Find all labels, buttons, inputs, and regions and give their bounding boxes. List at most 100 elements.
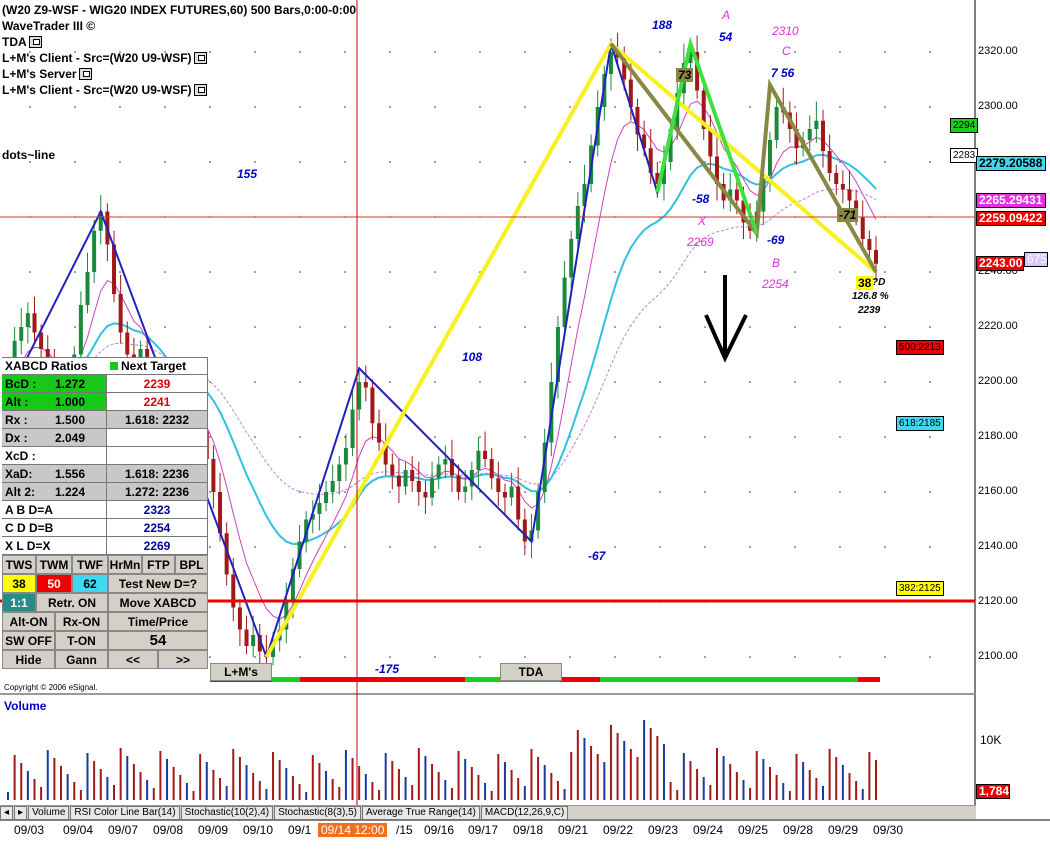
bpl-button[interactable]: BPL — [175, 555, 208, 574]
grid-dot — [389, 381, 391, 383]
xabcd-panel[interactable]: XABCD Ratios Next Target BcD :1.272 2239 … — [2, 357, 208, 669]
study-wavetrader[interactable]: WaveTrader III © — [2, 18, 95, 34]
d-eq-x-row[interactable]: X L D=X — [2, 537, 107, 554]
study-tab-bar[interactable]: ◂ ▸ Volume RSI Color Line Bar(14) Stocha… — [0, 805, 976, 820]
grid-dot — [479, 326, 481, 328]
study-tda[interactable]: TDA — [2, 34, 42, 50]
grid-dot — [299, 656, 301, 658]
grid-dot — [344, 381, 346, 383]
alt-on-button[interactable]: Alt-ON — [2, 612, 55, 631]
grid-dot — [614, 436, 616, 438]
grid-dot — [569, 326, 571, 328]
grid-dot — [704, 51, 706, 53]
price-tick-label: 2300.00 — [978, 100, 1018, 112]
grid-dot — [119, 106, 121, 108]
ftp-button[interactable]: FTP — [142, 555, 175, 574]
grid-dot — [164, 106, 166, 108]
grid-dot — [614, 326, 616, 328]
prev-button[interactable]: << — [108, 650, 158, 669]
grid-dot — [254, 51, 256, 53]
volume-bars — [7, 720, 877, 800]
retr-on-button[interactable]: Retr. ON — [36, 593, 108, 612]
point-d-value: 2239 — [858, 305, 881, 316]
candle-body — [324, 492, 329, 503]
grid-dot — [479, 51, 481, 53]
fib-38-button[interactable]: 38 — [2, 574, 36, 593]
grid-dot — [839, 326, 841, 328]
next-button[interactable]: >> — [158, 650, 208, 669]
hrmn-button[interactable]: HrMn — [108, 555, 142, 574]
grid-dot — [929, 436, 931, 438]
grid-dot — [524, 161, 526, 163]
xad-value: 1.556 — [55, 466, 86, 481]
study-lm-client-2[interactable]: L+M's Client - Src=(W20 U9-WSF) — [2, 82, 207, 98]
alt2-value: 1.224 — [55, 484, 86, 499]
grid-dot — [794, 436, 796, 438]
xabcd-yellow-leg — [264, 40, 878, 658]
tda-button[interactable]: TDA — [500, 663, 562, 681]
grid-dot — [479, 656, 481, 658]
tab-macd[interactable]: MACD(12,26,9,C) — [480, 805, 569, 820]
grid-dot — [254, 161, 256, 163]
d-eq-b-row[interactable]: C D D=B — [2, 519, 107, 536]
tab-stochastic-10[interactable]: Stochastic(10(2),4) — [180, 805, 274, 820]
tab-rsi[interactable]: RSI Color Line Bar(14) — [70, 805, 180, 820]
study-tda-label: TDA — [2, 35, 27, 49]
xcd-ratio[interactable]: XcD : — [2, 447, 107, 464]
wave-label-155: 155 — [237, 167, 258, 181]
rx-ratio[interactable]: Rx : 1.500 — [2, 411, 107, 428]
tab-stochastic-8[interactable]: Stochastic(8(3),5) — [274, 805, 361, 820]
grid-dot — [704, 326, 706, 328]
candle-body — [734, 189, 739, 201]
candle-body — [237, 607, 242, 630]
grid-dot — [209, 326, 211, 328]
tab-volume[interactable]: Volume — [28, 805, 70, 820]
rx-on-button[interactable]: Rx-ON — [55, 612, 108, 631]
sw-off-button[interactable]: SW OFF — [2, 631, 55, 650]
grid-dot — [434, 326, 436, 328]
xad-ratio[interactable]: XaD: 1.556 — [2, 465, 107, 482]
grid-dot — [749, 546, 751, 548]
tab-scroll-left-icon[interactable]: ◂ — [0, 805, 14, 820]
test-new-d-button[interactable]: Test New D=? — [108, 574, 208, 593]
bcd-value: 1.272 — [55, 376, 86, 391]
tag-purple: 675 — [1024, 252, 1048, 267]
grid-dot — [434, 271, 436, 273]
d-eq-b-value: 2254 — [107, 519, 208, 536]
candle-body — [874, 250, 878, 264]
gann-button[interactable]: Gann — [55, 650, 108, 669]
one-to-one-button[interactable]: 1:1 — [2, 593, 36, 612]
bcd-ratio[interactable]: BcD : 1.272 — [2, 375, 107, 392]
twm-button[interactable]: TWM — [36, 555, 72, 574]
grid-dot — [524, 436, 526, 438]
tab-atr[interactable]: Average True Range(14) — [361, 805, 480, 820]
t-on-button[interactable]: T-ON — [55, 631, 108, 650]
study-lm-server[interactable]: L+M's Server — [2, 66, 92, 82]
alt-ratio[interactable]: Alt : 1.000 — [2, 393, 107, 410]
alt2-ratio[interactable]: Alt 2: 1.224 — [2, 483, 107, 500]
grid-dot — [299, 271, 301, 273]
candle-body — [430, 478, 435, 498]
tws-button[interactable]: TWS — [2, 555, 36, 574]
fib-50-button[interactable]: 50 — [36, 574, 72, 593]
tag-fib-500: 500:2213 — [896, 340, 944, 355]
lm-button[interactable]: L+M's — [210, 663, 272, 681]
grid-dot — [254, 546, 256, 548]
d-eq-a-row[interactable]: A B D=A — [2, 501, 107, 518]
time-price-button[interactable]: Time/Price — [108, 612, 208, 631]
grid-dot — [209, 656, 211, 658]
tab-scroll-right-icon[interactable]: ▸ — [14, 805, 28, 820]
study-lm-client[interactable]: L+M's Client - Src=(W20 U9-WSF) — [2, 50, 207, 66]
candle-body — [489, 459, 494, 479]
fib-62-button[interactable]: 62 — [72, 574, 108, 593]
grid-dot — [884, 436, 886, 438]
hide-button[interactable]: Hide — [2, 650, 55, 669]
counter-value: 54 — [108, 631, 208, 650]
candle-body — [317, 503, 322, 514]
grid-dot — [524, 271, 526, 273]
move-xabcd-button[interactable]: Move XABCD — [108, 593, 208, 612]
dx-ratio[interactable]: Dx : 2.049 — [2, 429, 107, 446]
grid-dot — [209, 436, 211, 438]
twf-button[interactable]: TWF — [72, 555, 108, 574]
grid-dot — [794, 51, 796, 53]
